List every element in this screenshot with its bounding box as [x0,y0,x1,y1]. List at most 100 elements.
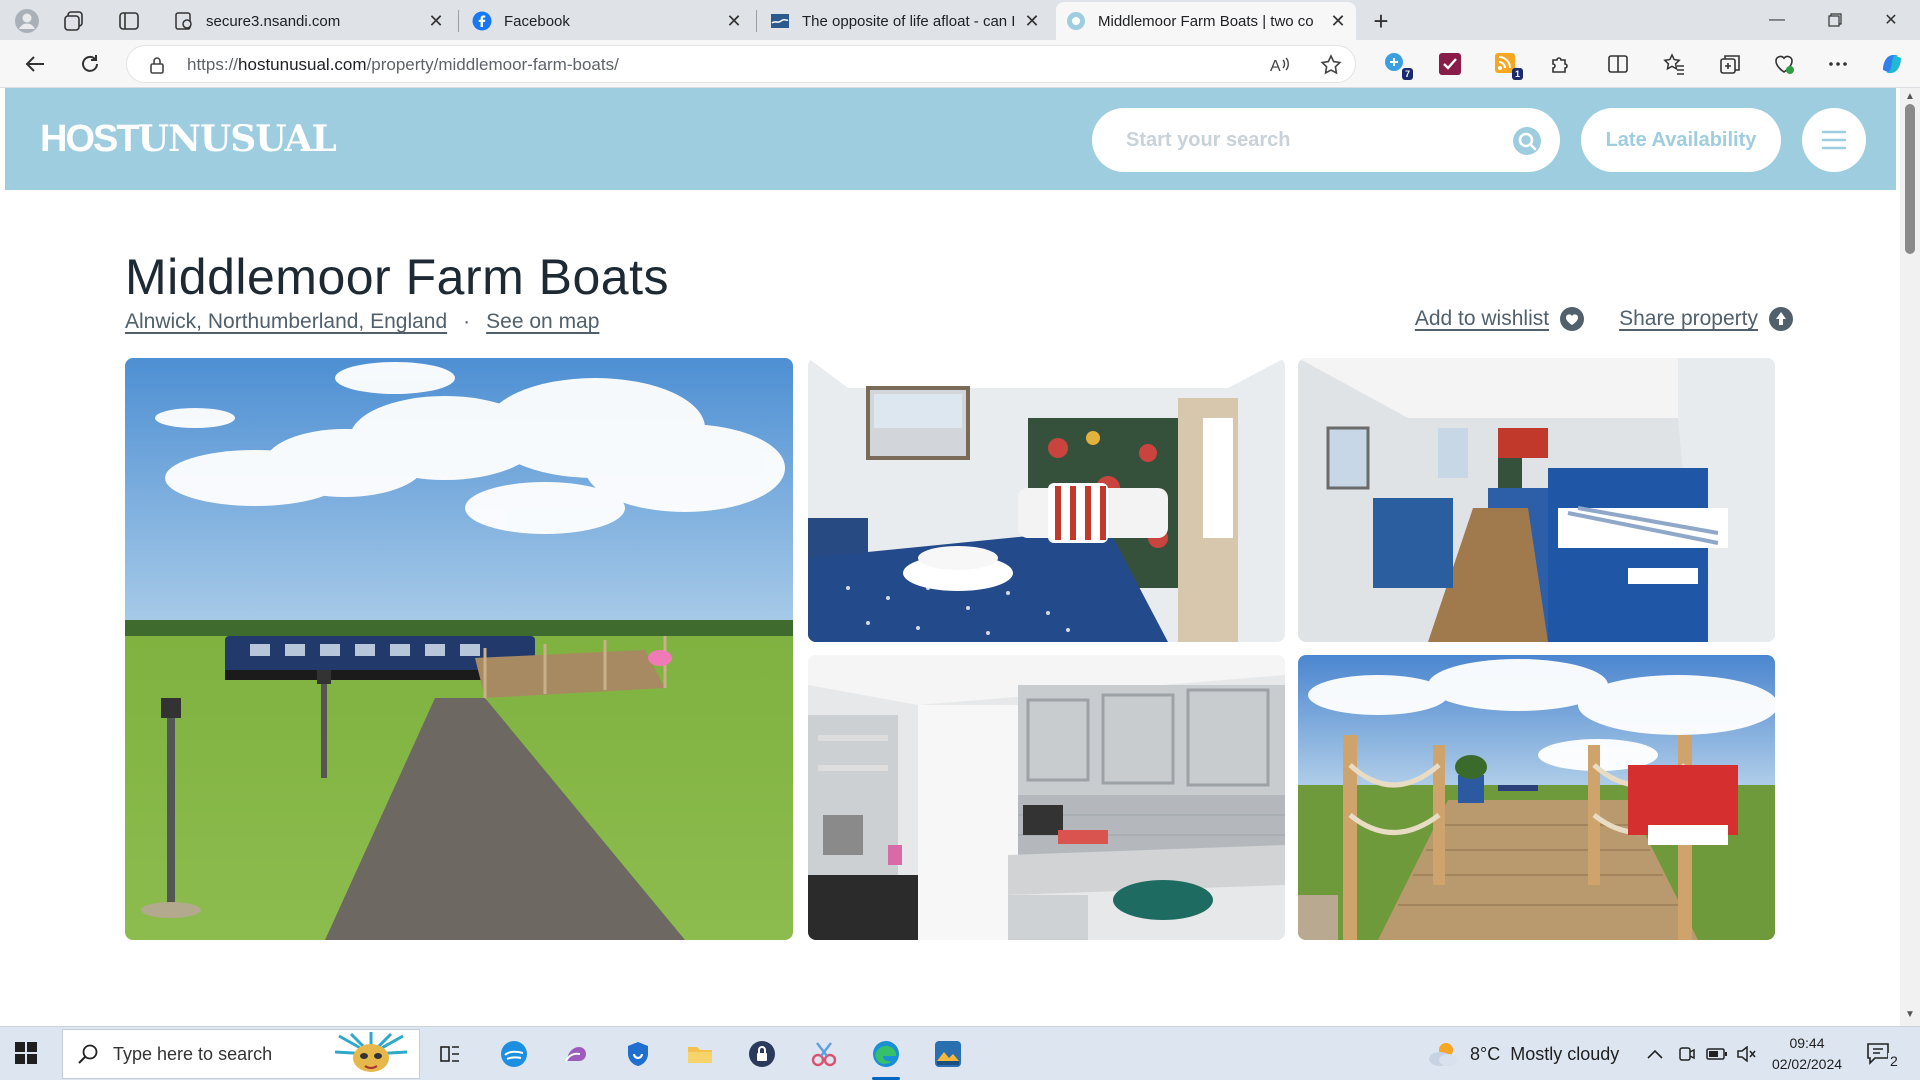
hamburger-menu-icon[interactable] [1802,108,1866,172]
browser-toolbar: https://hostunusual.com/property/middlem… [0,40,1920,88]
task-view-icon[interactable] [432,1036,468,1072]
gallery-photo-deck[interactable] [1298,655,1775,940]
extensions-puzzle-icon[interactable] [1546,50,1574,78]
extension-checklist-icon[interactable] [1436,50,1464,78]
url-text[interactable]: https://hostunusual.com/property/middlem… [187,55,619,75]
read-aloud-icon[interactable]: A [1269,54,1291,76]
browser-essentials-icon[interactable] [1770,50,1798,78]
favorites-icon[interactable] [1660,50,1688,78]
close-tab-icon[interactable]: ✕ [428,11,444,31]
weather-widget[interactable]: 8°C Mostly cloudy [1426,1027,1619,1080]
url-path: /property/middlemoor-farm-boats/ [366,55,619,74]
show-hidden-icons-icon[interactable] [1646,1027,1664,1080]
taskbar-search-input[interactable]: Type here to search [62,1029,420,1079]
nsandi-favicon-icon [174,11,194,31]
battery-icon[interactable] [1706,1027,1728,1080]
scrollbar-thumb[interactable] [1905,104,1915,254]
close-tab-icon[interactable]: ✕ [1024,11,1040,31]
tab-life-afloat[interactable]: The opposite of life afloat - can I ✕ [760,2,1050,40]
location-link[interactable]: Alnwick, Northumberland, England [125,310,447,334]
weather-temperature: 8°C [1470,1043,1501,1064]
extension-badge: 1 [1511,68,1523,80]
copilot-icon[interactable] [1878,50,1906,78]
notifications-icon[interactable]: 2 [1866,1041,1902,1069]
forum-favicon-icon [770,11,790,31]
address-bar[interactable]: https://hostunusual.com/property/middlem… [126,45,1356,83]
lock-icon[interactable] [147,55,167,75]
bedroom-image [808,358,1285,642]
tab-actions-icon[interactable] [116,8,142,34]
taskbar-search-placeholder: Type here to search [113,1043,273,1064]
meet-now-icon[interactable] [1678,1027,1696,1080]
app-mountain-icon[interactable] [930,1036,966,1072]
kitchen-image [808,655,1285,940]
gallery-photo-interior[interactable] [1298,358,1775,642]
tab-divider [756,10,757,32]
restore-window-icon[interactable] [1806,0,1864,40]
profile-icon[interactable] [12,6,42,36]
clock-time: 09:44 [1789,1035,1825,1051]
gallery-photo-main[interactable] [125,358,793,940]
gallery-photo-kitchen[interactable] [808,655,1285,940]
scroll-down-icon[interactable]: ▼ [1904,1010,1916,1020]
close-tab-icon[interactable]: ✕ [1330,11,1346,31]
close-tab-icon[interactable]: ✕ [726,11,742,31]
hostunusual-favicon-icon [1066,11,1086,31]
volume-muted-icon[interactable] [1736,1027,1756,1080]
search-placeholder: Start your search [1126,129,1291,151]
gallery-photo-bedroom[interactable] [808,358,1285,642]
extension-shield-icon[interactable]: 7 [1382,50,1413,80]
hostunusual-logo[interactable]: HOSTUNUSUAL [40,118,337,162]
app-vpn-lock-icon[interactable] [744,1036,780,1072]
edge-browser-icon[interactable] [868,1036,904,1080]
late-availability-button[interactable]: Late Availability [1581,108,1781,172]
add-to-wishlist-button[interactable]: Add to wishlist [1415,306,1585,332]
site-header: HOSTUNUSUAL Start your search Late Avail… [5,88,1896,190]
tab-title: Middlemoor Farm Boats | two co [1098,12,1314,30]
boat-interior-image [1298,358,1775,642]
extension-rss-icon[interactable]: 1 [1492,50,1523,80]
file-explorer-icon[interactable] [682,1036,718,1072]
windows-start-icon[interactable] [14,1041,38,1065]
notification-count: 2 [1888,1053,1900,1069]
app-cloud-icon[interactable] [558,1036,594,1072]
system-clock[interactable]: 09:44 02/02/2024 [1762,1033,1852,1075]
tab-nsandi[interactable]: secure3.nsandi.com ✕ [164,2,454,40]
tab-title: Facebook [504,12,570,30]
logo-host-text: HOST [40,118,140,160]
narrowboat-field-image [125,358,793,940]
heart-icon [1559,306,1585,332]
refresh-icon[interactable] [75,49,105,79]
extension-badge: 7 [1401,68,1413,80]
app-shield-icon[interactable] [620,1036,656,1072]
app-snipping-icon[interactable] [806,1036,842,1072]
tab-middlemoor-active[interactable]: Middlemoor Farm Boats | two co ✕ [1056,2,1356,40]
search-icon [77,1043,99,1065]
page-scrollbar[interactable]: ▲ ▼ [1900,88,1920,1026]
minimize-window-icon[interactable]: — [1748,0,1806,40]
close-window-icon[interactable]: ✕ [1862,0,1920,40]
tab-facebook[interactable]: Facebook ✕ [462,2,752,40]
separator-dot: · [463,310,471,333]
back-arrow-icon[interactable] [20,49,50,79]
property-actions: Add to wishlist Share property [1415,306,1794,332]
weather-cloud-icon [1426,1039,1460,1069]
clock-date: 02/02/2024 [1771,1056,1843,1072]
tab-divider [458,10,459,32]
site-search-input[interactable]: Start your search [1092,108,1560,172]
carnival-mask-icon [329,1032,413,1076]
scroll-up-icon[interactable]: ▲ [1904,92,1916,102]
logo-unusual-text: UNUSUAL [137,118,337,160]
share-property-button[interactable]: Share property [1619,306,1794,332]
app-paint-icon[interactable] [496,1036,532,1072]
new-tab-icon[interactable]: + [1366,6,1396,36]
split-screen-icon[interactable] [1604,50,1632,78]
more-menu-icon[interactable] [1824,50,1852,78]
see-on-map-link[interactable]: See on map [486,310,599,334]
property-subline: Alnwick, Northumberland, England · See o… [125,310,599,334]
workspaces-icon[interactable] [62,8,88,34]
collections-icon[interactable] [1716,50,1744,78]
favorite-star-icon[interactable] [1319,53,1343,77]
search-icon[interactable] [1512,126,1542,156]
wishlist-label: Add to wishlist [1414,307,1550,330]
